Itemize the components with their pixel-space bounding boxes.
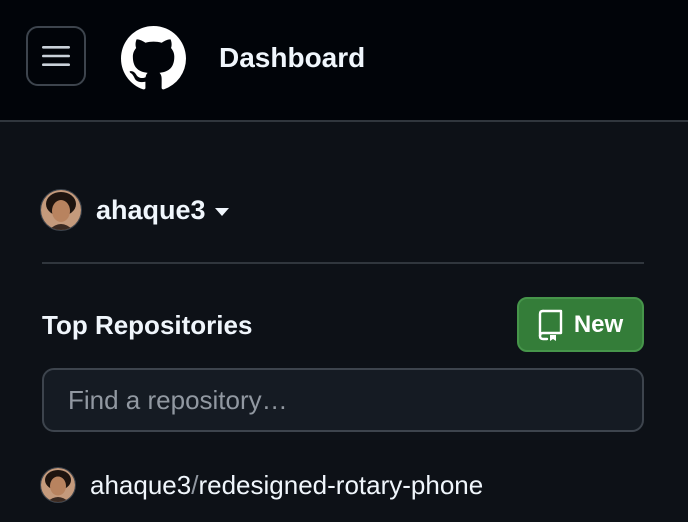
new-repository-button[interactable]: New — [517, 297, 644, 352]
repository-link[interactable]: ahaque3/redesigned-rotary-phone — [90, 470, 483, 501]
menu-button[interactable] — [26, 26, 86, 86]
new-button-label: New — [573, 310, 624, 338]
find-repository-input[interactable] — [42, 368, 644, 432]
github-octocat-icon[interactable] — [121, 26, 186, 91]
account-switcher[interactable]: ahaque3 — [40, 187, 230, 233]
hamburger-menu-icon — [42, 46, 70, 66]
repo-icon — [538, 309, 563, 341]
repo-owner-avatar — [40, 467, 76, 503]
triangle-down-icon — [214, 208, 229, 216]
repo-owner: ahaque3 — [90, 469, 192, 500]
top-repositories-heading: Top Repositories — [42, 310, 253, 340]
account-username: ahaque3 — [96, 194, 206, 225]
repo-name: redesigned-rotary-phone — [198, 469, 484, 500]
divider — [42, 262, 644, 264]
page-title: Dashboard — [219, 42, 366, 73]
avatar — [40, 189, 82, 231]
app-header: Dashboard — [0, 0, 688, 122]
repository-list-item[interactable]: ahaque3/redesigned-rotary-phone — [40, 465, 483, 505]
